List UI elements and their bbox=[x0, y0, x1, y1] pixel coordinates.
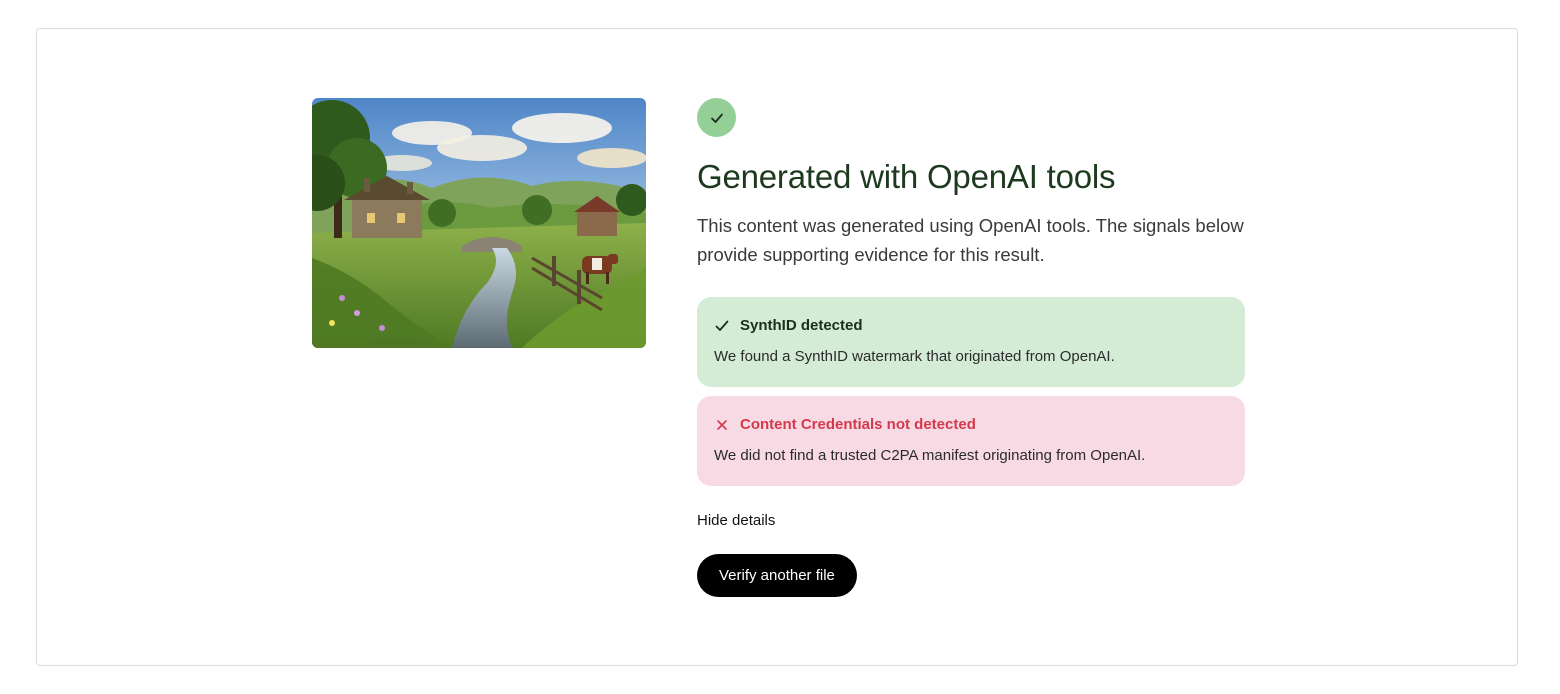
signal-content-credentials: Content Credentials not detected We did … bbox=[697, 396, 1245, 486]
signal-heading-row: SynthID detected bbox=[714, 317, 1228, 334]
hide-details-link[interactable]: Hide details bbox=[697, 512, 775, 529]
result-content: Generated with OpenAI tools This content… bbox=[697, 98, 1245, 597]
signal-synthid: SynthID detected We found a SynthID wate… bbox=[697, 297, 1245, 387]
result-description: This content was generated using OpenAI … bbox=[697, 215, 1244, 265]
success-status-icon bbox=[697, 98, 736, 137]
signal-heading-row: Content Credentials not detected bbox=[714, 416, 1228, 433]
result-card: Generated with OpenAI tools This content… bbox=[36, 28, 1518, 666]
verify-another-file-button[interactable]: Verify another file bbox=[697, 554, 857, 597]
signal-heading: Content Credentials not detected bbox=[740, 416, 976, 433]
close-icon bbox=[717, 419, 727, 430]
check-icon bbox=[715, 320, 729, 331]
uploaded-image bbox=[312, 98, 646, 348]
signal-body: We found a SynthID watermark that origin… bbox=[714, 348, 1115, 365]
check-icon bbox=[710, 113, 723, 123]
result-title: Generated with OpenAI tools bbox=[697, 158, 1116, 195]
signal-body: We did not find a trusted C2PA manifest … bbox=[714, 447, 1146, 464]
landscape-image bbox=[312, 98, 646, 348]
signal-heading: SynthID detected bbox=[740, 317, 863, 334]
